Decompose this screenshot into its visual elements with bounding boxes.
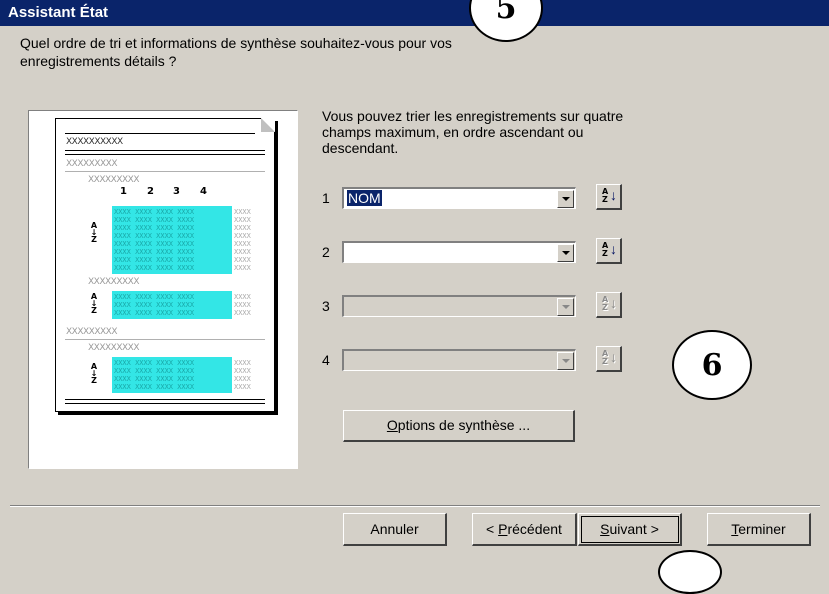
- previous-button[interactable]: < Précédent: [472, 513, 577, 546]
- sort-ascending-icon: AZ: [602, 187, 609, 204]
- sort-field-4-combo: [342, 349, 576, 371]
- az-sort-glyph: A ↓ Z: [90, 221, 98, 244]
- sort-ascending-icon: AZ: [602, 349, 609, 366]
- sort-field-number: 4: [322, 352, 330, 368]
- sort-field-3-combo: [342, 295, 576, 317]
- chevron-down-icon: [557, 298, 574, 316]
- next-button[interactable]: Suivant >: [578, 513, 682, 546]
- sort-instructions-text: Vous pouvez trier les enregistrements su…: [322, 108, 624, 156]
- sort-field-1-combo[interactable]: NOM: [342, 187, 576, 209]
- question-text: Quel ordre de tri et informations de syn…: [20, 35, 452, 69]
- sort-field-number: 2: [322, 244, 330, 260]
- sort-field-2-combo[interactable]: [342, 241, 576, 263]
- summary-options-button[interactable]: Options de synthèse ...: [343, 410, 575, 442]
- cancel-button[interactable]: Annuler: [343, 513, 447, 546]
- sort-order-3-button: A Z ↓: [596, 292, 622, 318]
- sort-field-number: 3: [322, 298, 330, 314]
- preview-header-text: XXXXXXXXXX: [66, 137, 123, 147]
- report-preview-page: XXXXXXXXXX XXXXXXXXX XXXXXXXXX 1 2 3 4 A…: [55, 118, 275, 412]
- sort-ascending-icon: AZ: [602, 241, 609, 258]
- chevron-down-icon: [557, 352, 574, 370]
- callout-badge-partial: [658, 550, 722, 594]
- sort-ascending-icon: AZ: [602, 295, 609, 312]
- sort-order-4-button: A Z ↓: [596, 346, 622, 372]
- finish-button[interactable]: Terminer: [707, 513, 811, 546]
- sort-field-number: 1: [322, 190, 330, 206]
- preview-group-text: XXXXXXXXX: [66, 159, 118, 169]
- sort-order-1-button[interactable]: A Z ↓: [596, 184, 622, 210]
- sort-order-2-button[interactable]: A Z ↓: [596, 238, 622, 264]
- page-fold-icon: [261, 118, 275, 132]
- callout-badge-6: 6: [672, 330, 752, 400]
- chevron-down-icon[interactable]: [557, 244, 574, 262]
- chevron-down-icon[interactable]: [557, 190, 574, 208]
- title-bar: Assistant État: [0, 0, 829, 26]
- window-title: Assistant État: [8, 4, 109, 21]
- sort-field-1-value: NOM: [347, 190, 382, 206]
